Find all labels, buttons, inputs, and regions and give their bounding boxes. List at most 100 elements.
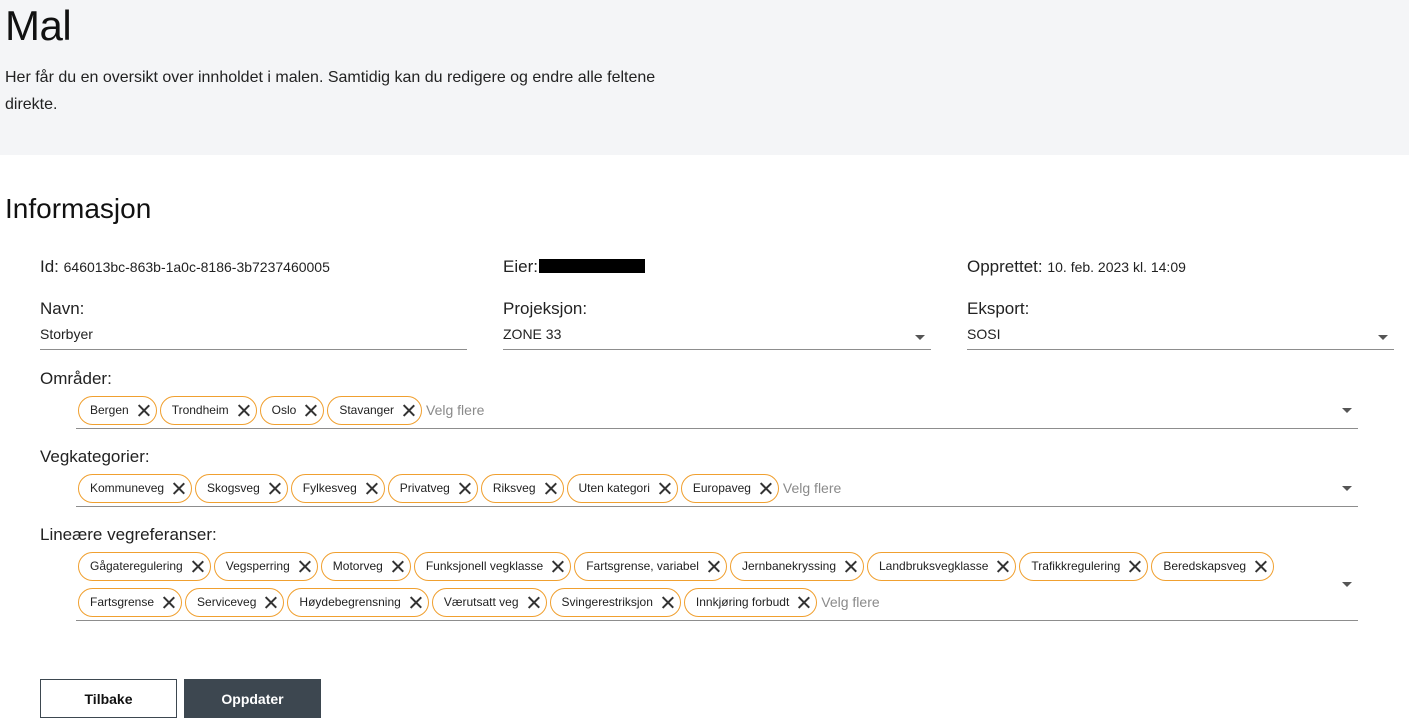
road-categories-placeholder[interactable]: Velg flere bbox=[783, 480, 841, 496]
caret-down-icon[interactable] bbox=[1342, 408, 1352, 413]
caret-down-icon[interactable] bbox=[1342, 486, 1352, 491]
close-icon[interactable] bbox=[172, 482, 185, 495]
linear-ref-chip: Trafikkregulering bbox=[1019, 551, 1149, 581]
close-icon[interactable] bbox=[1254, 560, 1267, 573]
chip-label: Jernbanekryssing bbox=[741, 559, 836, 573]
id-info: Id: 646013bc-863b-1a0c-8186-3b7237460005 bbox=[40, 257, 330, 277]
chip-label: Skogsveg bbox=[207, 481, 260, 495]
caret-down-icon[interactable] bbox=[1378, 335, 1388, 340]
chip-label: Privatveg bbox=[399, 481, 450, 495]
area-chip: Trondheim bbox=[159, 395, 257, 425]
close-icon[interactable] bbox=[304, 404, 317, 417]
road-categories-multiselect[interactable]: Kommuneveg Skogsveg Fylkesveg Privatveg … bbox=[76, 471, 1358, 507]
page-header: Mal Her får du en oversikt over innholde… bbox=[0, 0, 1409, 155]
close-icon[interactable] bbox=[544, 482, 557, 495]
close-icon[interactable] bbox=[162, 596, 175, 609]
chip-label: Landbruksvegklasse bbox=[879, 559, 989, 573]
close-icon[interactable] bbox=[264, 596, 277, 609]
areas-label: Områder: bbox=[40, 369, 112, 388]
road-category-chip: Uten kategori bbox=[566, 473, 678, 503]
back-button[interactable]: Tilbake bbox=[40, 679, 177, 718]
linear-ref-chip: Landbruksvegklasse bbox=[867, 551, 1017, 581]
areas-placeholder[interactable]: Velg flere bbox=[426, 402, 484, 418]
close-icon[interactable] bbox=[759, 482, 772, 495]
chip-label: Gågateregulering bbox=[90, 559, 183, 573]
chip-label: Fartsgrense bbox=[90, 595, 155, 609]
chip-label: Høydebegrensning bbox=[299, 595, 401, 609]
close-icon[interactable] bbox=[996, 560, 1009, 573]
close-icon[interactable] bbox=[365, 482, 378, 495]
close-icon[interactable] bbox=[402, 404, 415, 417]
chip-label: Beredskapsveg bbox=[1163, 559, 1247, 573]
created-info: Opprettet: 10. feb. 2023 kl. 14:09 bbox=[967, 257, 1186, 277]
close-icon[interactable] bbox=[661, 596, 674, 609]
close-icon[interactable] bbox=[137, 404, 150, 417]
projection-select[interactable]: ZONE 33 bbox=[503, 308, 931, 350]
close-icon[interactable] bbox=[527, 596, 540, 609]
section-title: Informasjon bbox=[5, 193, 152, 224]
close-icon[interactable] bbox=[797, 596, 810, 609]
chip-label: Kommuneveg bbox=[90, 481, 165, 495]
linear-ref-chip: Gågateregulering bbox=[78, 551, 211, 581]
owner-label: Eier: bbox=[503, 257, 538, 276]
export-value: SOSI bbox=[967, 326, 1001, 342]
owner-redacted-value bbox=[538, 259, 645, 273]
close-icon[interactable] bbox=[551, 560, 564, 573]
linear-ref-chip: Motorveg bbox=[320, 551, 411, 581]
caret-down-icon[interactable] bbox=[1342, 582, 1352, 587]
chip-label: Stavanger bbox=[339, 403, 395, 417]
chip-label: Innkjøring forbudt bbox=[695, 595, 790, 609]
close-icon[interactable] bbox=[707, 560, 720, 573]
linear-refs-label: Lineære vegreferanser: bbox=[40, 525, 217, 544]
chip-label: Europaveg bbox=[692, 481, 751, 495]
chip-label: Oslo bbox=[271, 403, 297, 417]
name-field[interactable]: Storbyer bbox=[40, 308, 467, 350]
linear-ref-chip: Jernbanekryssing bbox=[729, 551, 864, 581]
export-select[interactable]: SOSI bbox=[967, 308, 1394, 350]
close-icon[interactable] bbox=[409, 596, 422, 609]
owner-info: Eier: bbox=[503, 257, 645, 277]
close-icon[interactable] bbox=[268, 482, 281, 495]
created-value: 10. feb. 2023 kl. 14:09 bbox=[1047, 259, 1186, 275]
linear-refs-multiselect[interactable]: Gågateregulering Vegsperring Motorveg Fu… bbox=[76, 549, 1358, 621]
area-chip: Stavanger bbox=[327, 395, 423, 425]
close-icon[interactable] bbox=[844, 560, 857, 573]
linear-ref-chip: Innkjøring forbudt bbox=[683, 587, 818, 617]
chip-label: Riksveg bbox=[492, 481, 536, 495]
chip-label: Trafikkregulering bbox=[1031, 559, 1121, 573]
update-button[interactable]: Oppdater bbox=[184, 679, 321, 718]
close-icon[interactable] bbox=[391, 560, 404, 573]
created-label: Opprettet: bbox=[967, 257, 1043, 276]
close-icon[interactable] bbox=[458, 482, 471, 495]
close-icon[interactable] bbox=[298, 560, 311, 573]
chip-label: Uten kategori bbox=[578, 481, 650, 495]
linear-ref-chip: Vegsperring bbox=[213, 551, 318, 581]
chip-label: Fylkesveg bbox=[302, 481, 357, 495]
area-chip: Bergen bbox=[78, 395, 157, 425]
chip-label: Fartsgrense, variabel bbox=[586, 559, 699, 573]
road-category-chip: Fylkesveg bbox=[290, 473, 385, 503]
chip-label: Vegsperring bbox=[225, 559, 290, 573]
chip-label: Serviceveg bbox=[197, 595, 257, 609]
road-category-chip: Europaveg bbox=[680, 473, 779, 503]
road-category-chip: Privatveg bbox=[387, 473, 478, 503]
name-value: Storbyer bbox=[40, 326, 93, 342]
linear-ref-chip: Høydebegrensning bbox=[287, 587, 429, 617]
page-description: Her får du en oversikt over innholdet i … bbox=[5, 69, 656, 113]
close-icon[interactable] bbox=[1128, 560, 1141, 573]
areas-multiselect[interactable]: Bergen Trondheim Oslo Stavanger Velg fle… bbox=[76, 392, 1358, 429]
linear-ref-chip: Fartsgrense, variabel bbox=[574, 551, 727, 581]
chip-label: Bergen bbox=[90, 403, 129, 417]
linear-refs-placeholder[interactable]: Velg flere bbox=[821, 594, 879, 610]
road-categories-label: Vegkategorier: bbox=[40, 447, 150, 466]
caret-down-icon[interactable] bbox=[915, 335, 925, 340]
linear-ref-chip: Værutsatt veg bbox=[431, 587, 547, 617]
id-label: Id: bbox=[40, 257, 59, 276]
linear-ref-chip: Beredskapsveg bbox=[1151, 551, 1275, 581]
close-icon[interactable] bbox=[237, 404, 250, 417]
linear-ref-chip: Fartsgrense bbox=[78, 587, 183, 617]
linear-ref-chip: Svingerestriksjon bbox=[549, 587, 681, 617]
close-icon[interactable] bbox=[191, 560, 204, 573]
close-icon[interactable] bbox=[658, 482, 671, 495]
road-category-chip: Skogsveg bbox=[195, 473, 288, 503]
